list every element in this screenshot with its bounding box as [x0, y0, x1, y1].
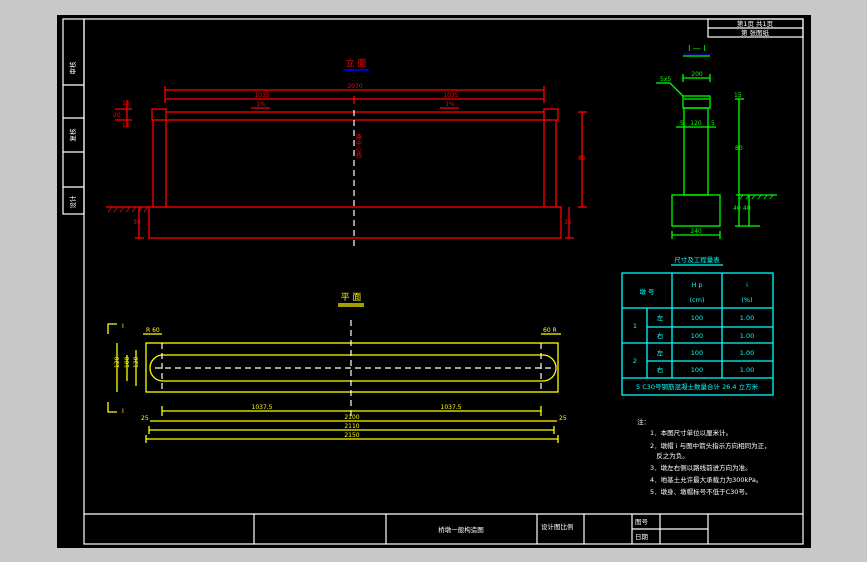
mid-dim: 5 — [680, 120, 684, 127]
cell-hp: 100 — [691, 314, 703, 322]
cell-hp: 100 — [691, 366, 703, 374]
note-item: 4．地基土允许最大承载力为300kPa。 — [650, 475, 762, 484]
note-item: 2．墩帽 i 与图中箭头指示方向相同为正， — [650, 441, 771, 450]
cell-side: 右 — [657, 331, 664, 340]
section-title: I — I — [688, 44, 706, 53]
page-number: 第1页 共1页 — [737, 19, 774, 28]
table-footer: 5 C30号钢筋混凝土数量合计 26.4 立方米 — [636, 382, 759, 391]
footing-dim: 40 — [743, 205, 751, 212]
dim-row3: 2110 — [344, 423, 359, 430]
cell-i: 1.00 — [740, 314, 754, 322]
bottom-width: 240 — [690, 228, 702, 235]
note-item: 3．墩左右侧以路线前进方向为准。 — [650, 463, 752, 472]
strip-label: 复核 — [68, 128, 77, 142]
base-right-dim: 30 — [564, 219, 572, 226]
cell-i: 1.00 — [740, 332, 754, 340]
height-dim: 80 — [578, 155, 586, 162]
cap-height: 15 — [734, 92, 742, 99]
notes-heading: 注： — [637, 417, 650, 426]
width-dim: 120 — [133, 356, 140, 368]
strip-label: 审核 — [68, 61, 77, 75]
dim-left: 1035 — [254, 92, 269, 99]
dim-right-top: 60 R — [543, 327, 557, 334]
slope-left: 1% — [256, 101, 266, 108]
header-no: 墩 号 — [639, 287, 655, 296]
plan-title: 平 面 — [341, 292, 362, 303]
note-item: 1．本图尺寸单位以厘米计。 — [650, 428, 732, 437]
cell-hp: 100 — [691, 349, 703, 357]
header-i: i — [746, 281, 748, 289]
width-dim: 120 — [114, 356, 121, 368]
center-line-label: 路中心线 — [355, 133, 362, 158]
dim-left-top: R 60 — [146, 327, 160, 334]
header-hp: H p — [691, 281, 702, 289]
dim-end-left: 25 — [141, 415, 149, 422]
dim-right: 1035 — [443, 92, 458, 99]
sheet-number: 第 张图纸 — [741, 28, 770, 37]
header-hp-unit: (cm) — [690, 296, 705, 304]
mid-dim: 5 — [711, 120, 715, 127]
table-title: 尺寸及工程量表 — [674, 255, 720, 264]
drawing-no-label: 图号 — [635, 518, 649, 526]
section-mark-bottom: I — [122, 408, 124, 415]
base-left-dim: 30 — [133, 219, 141, 226]
strip-label: 设计 — [68, 195, 77, 209]
scale-label: 设计图比例 — [541, 522, 574, 531]
note-item: 反之为负。 — [650, 451, 689, 460]
note-item: 5．墩身、墩帽标号不低于C30号。 — [650, 487, 751, 496]
cell-side: 左 — [657, 348, 664, 357]
pier-no: 1 — [633, 322, 637, 330]
slope-right: 1% — [445, 101, 455, 108]
mid-dim: 120 — [690, 120, 702, 127]
footing-dim: 40 — [733, 205, 741, 212]
width-dim: 100 — [124, 356, 131, 368]
dim-row4: 2150 — [344, 432, 359, 439]
top-width: 200 — [691, 71, 703, 78]
cell-i: 1.00 — [740, 349, 754, 357]
section-mark-top: I — [122, 323, 124, 330]
cap-dim: 15 — [122, 122, 130, 129]
cell-side: 左 — [657, 313, 664, 322]
cell-i: 1.00 — [740, 366, 754, 374]
section-height: 80 — [735, 145, 743, 152]
dim-row2: 2100 — [344, 414, 359, 421]
cell-side: 右 — [657, 365, 664, 374]
drawing-name: 桥墩一般构造图 — [438, 525, 484, 534]
cap-dim: 20 — [113, 112, 121, 119]
header-i-unit: (%) — [741, 296, 752, 304]
chamfer-label: 5x5 — [660, 76, 671, 83]
dim-half-left: 1037.5 — [252, 404, 273, 411]
dim-half-right: 1037.5 — [441, 404, 462, 411]
dim-total: 2070 — [347, 83, 362, 90]
cell-hp: 100 — [691, 332, 703, 340]
elevation-title: 立 面 — [346, 57, 367, 69]
date-label: 日期 — [635, 533, 649, 541]
pier-no: 2 — [633, 357, 637, 365]
cad-drawing: 审核 复核 设计 第1页 共1页 第 张图纸 立 面 2070 1035 103… — [57, 15, 811, 548]
cap-dim: 15 — [122, 100, 130, 107]
dim-end-right: 25 — [559, 415, 567, 422]
